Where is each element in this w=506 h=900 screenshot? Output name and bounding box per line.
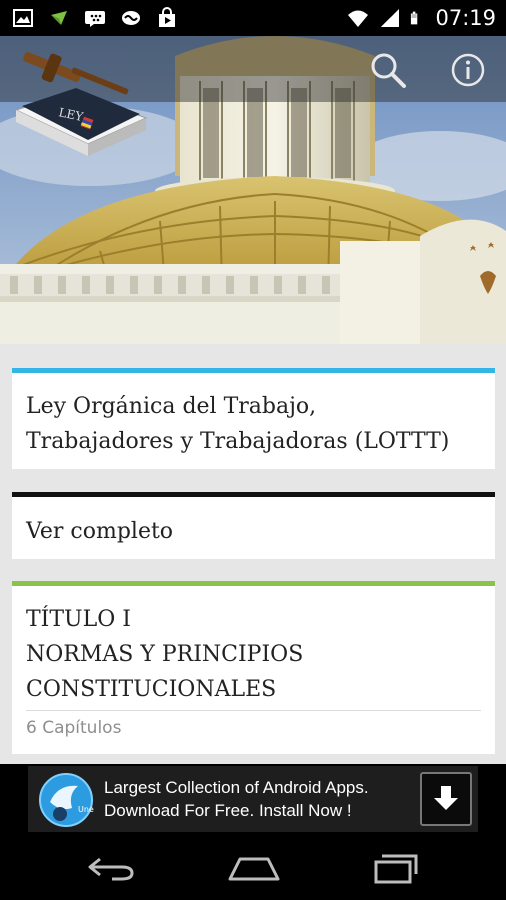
- law-title: Ley Orgánica del Trabajo, Trabajadores y…: [12, 373, 495, 459]
- image-icon: [13, 9, 33, 27]
- view-full-label: Ver completo: [26, 519, 174, 544]
- ad-container[interactable]: Une Largest Collection of Android Apps. …: [28, 766, 478, 832]
- content-list: Ley Orgánica del Trabajo, Trabajadores y…: [0, 344, 506, 764]
- ad-text: Largest Collection of Android Apps. Down…: [104, 776, 369, 822]
- system-nav-bar: [0, 834, 506, 900]
- ad-icon-caption: Une: [78, 805, 94, 814]
- ad-line: Largest Collection of Android Apps.: [104, 778, 369, 797]
- home-button[interactable]: [224, 848, 284, 888]
- search-icon: [371, 53, 406, 88]
- info-icon: [451, 53, 485, 87]
- ad-app-icon: Une: [39, 773, 94, 827]
- ad-line: Download For Free. Install Now !: [104, 801, 352, 820]
- store-icon: [159, 7, 175, 27]
- title-one-card[interactable]: TÍTULO I NORMAS Y PRINCIPIOS CONSTITUCIO…: [12, 581, 495, 754]
- title-one-heading: TÍTULO I NORMAS Y PRINCIPIOS CONSTITUCIO…: [12, 586, 495, 707]
- recents-icon: [374, 854, 418, 884]
- battery-icon: [411, 11, 418, 25]
- ad-banner[interactable]: Une Largest Collection of Android Apps. …: [0, 764, 506, 834]
- back-icon: [88, 857, 134, 881]
- ad-download-button[interactable]: [420, 772, 472, 826]
- app-logo: LEY: [14, 52, 148, 156]
- search-button[interactable]: [366, 48, 410, 92]
- status-clock: 07:19: [435, 6, 496, 30]
- info-button[interactable]: [446, 48, 490, 92]
- law-title-card[interactable]: Ley Orgánica del Trabajo, Trabajadores y…: [12, 368, 495, 469]
- back-button[interactable]: [82, 848, 142, 888]
- law-title-line: Ley Orgánica del Trabajo,: [26, 394, 317, 419]
- chapter-count: 6 Capítulos: [26, 718, 122, 738]
- sync-icon: [122, 11, 140, 25]
- app-icon: [51, 11, 67, 25]
- title-one-line: CONSTITUCIONALES: [26, 677, 277, 702]
- view-full-card[interactable]: Ver completo: [12, 492, 495, 559]
- law-title-line: Trabajadores y Trabajadoras (LOTTT): [26, 429, 450, 454]
- header-banner: LEY: [0, 36, 506, 344]
- status-bar: 07:19: [0, 0, 506, 36]
- wifi-icon: [348, 10, 369, 27]
- download-icon: [434, 786, 458, 810]
- title-one-line: TÍTULO I: [26, 607, 131, 632]
- card-divider: [26, 710, 481, 711]
- signal-icon: [381, 9, 400, 27]
- home-icon: [228, 857, 280, 881]
- title-one-line: NORMAS Y PRINCIPIOS: [26, 642, 304, 667]
- recents-button[interactable]: [366, 848, 426, 888]
- bbm-icon: [85, 11, 105, 27]
